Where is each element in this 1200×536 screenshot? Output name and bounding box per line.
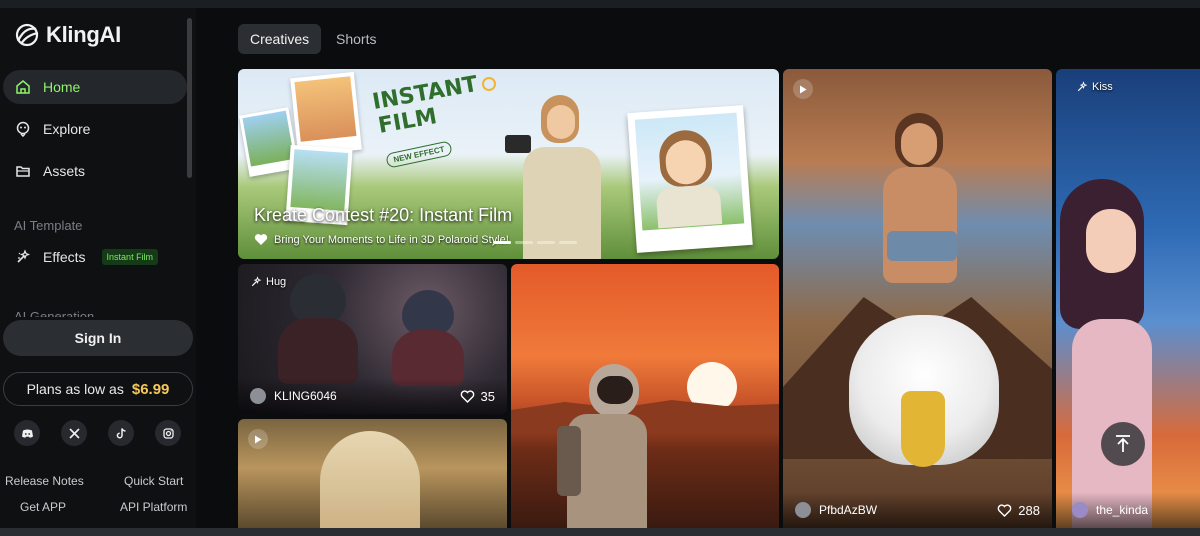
- cat-figure: [278, 274, 358, 384]
- cat-figure: [388, 290, 468, 386]
- anime-girl-figure: [1056, 179, 1166, 528]
- avatar[interactable]: [1072, 502, 1088, 518]
- carousel-dot[interactable]: [559, 241, 577, 244]
- instagram-link[interactable]: [155, 420, 181, 446]
- art-badge: NEW EFFECT: [385, 140, 453, 169]
- sidebar-item-home[interactable]: Home: [3, 70, 187, 104]
- carousel-dot[interactable]: [515, 241, 533, 244]
- quick-start-link[interactable]: Quick Start: [124, 474, 183, 488]
- sign-in-button[interactable]: Sign In: [3, 320, 193, 356]
- plans-price: $6.99: [131, 380, 170, 398]
- sidebar-scrollbar[interactable]: [187, 18, 192, 178]
- effect-chip-label: Kiss: [1092, 81, 1113, 93]
- astronaut-figure: [557, 364, 647, 528]
- sidebar-item-assets[interactable]: Assets: [3, 154, 187, 188]
- hero-banner[interactable]: INSTANT FILM NEW EFFECT Kreate Contest #…: [238, 69, 779, 259]
- carousel-dot[interactable]: [493, 241, 511, 244]
- tab-shorts[interactable]: Shorts: [324, 24, 388, 54]
- card-username[interactable]: the_kinda: [1096, 503, 1148, 517]
- video-card[interactable]: Hug KLING6046 35: [238, 264, 507, 414]
- effects-icon: [251, 276, 262, 287]
- effect-chip-label: Hug: [266, 276, 287, 288]
- sidebar-item-label: Home: [43, 79, 81, 95]
- card-username[interactable]: PfbdAzBW: [819, 503, 877, 517]
- heart-icon: [254, 234, 268, 245]
- like-count: 35: [480, 388, 495, 404]
- horizontal-scrollbar[interactable]: [0, 528, 1200, 536]
- home-icon: [16, 80, 30, 94]
- heart-outline-icon: [998, 503, 1012, 517]
- sun-icon: [482, 77, 496, 91]
- tiktok-link[interactable]: [108, 420, 134, 446]
- tiktok-icon: [116, 427, 126, 439]
- tab-creatives[interactable]: Creatives: [238, 24, 322, 54]
- photographer-figure: [503, 95, 613, 259]
- play-icon: [248, 429, 268, 449]
- sidebar-item-label: Effects: [43, 249, 86, 265]
- hero-subtitle: Bring Your Moments to Life in 3D Polaroi…: [254, 233, 509, 246]
- effects-icon: [1077, 81, 1088, 92]
- effects-badge: Instant Film: [101, 249, 159, 265]
- plans-button[interactable]: Plans as low as $6.99: [3, 372, 193, 406]
- folder-icon: [16, 166, 30, 177]
- hero-title: Kreate Contest #20: Instant Film: [254, 205, 513, 225]
- sidebar-item-label: Assets: [43, 163, 86, 179]
- video-card[interactable]: [511, 264, 779, 528]
- x-icon: [68, 427, 80, 439]
- avatar[interactable]: [250, 388, 266, 404]
- video-card[interactable]: [238, 419, 507, 528]
- get-app-link[interactable]: Get APP: [20, 500, 66, 514]
- x-link[interactable]: [61, 420, 87, 446]
- polaroid-photo: [627, 105, 753, 253]
- like-button[interactable]: 288: [997, 503, 1040, 518]
- effects-icon: [17, 249, 31, 263]
- card-username[interactable]: KLING6046: [274, 389, 337, 403]
- plans-text: Plans as low as: [26, 381, 124, 397]
- sidebar-item-explore[interactable]: Explore: [3, 112, 187, 146]
- sidebar-item-effects[interactable]: Effects Instant Film: [3, 240, 187, 274]
- video-card[interactable]: PfbdAzBW 288: [783, 69, 1052, 528]
- effect-chip: Hug: [250, 276, 286, 288]
- effect-chip: Kiss: [1076, 81, 1113, 93]
- sidebar-item-label: Explore: [43, 121, 91, 137]
- kling-logo-icon: [15, 23, 39, 47]
- app-name: KlingAI: [46, 22, 121, 47]
- sidebar: KlingAI Home Explore Assets AI Template …: [0, 8, 196, 528]
- avatar[interactable]: [795, 502, 811, 518]
- discord-icon: [21, 429, 33, 438]
- explore-icon: [16, 121, 30, 137]
- polaroid-photo: [290, 71, 362, 157]
- instagram-icon: [162, 427, 174, 439]
- hero-subtitle-text: Bring Your Moments to Life in 3D Polaroi…: [274, 233, 509, 246]
- discord-link[interactable]: [14, 420, 40, 446]
- eagle-beak: [901, 391, 945, 467]
- top-bar: [0, 0, 1200, 8]
- card-footer: the_kinda: [1056, 492, 1200, 528]
- carousel-indicator[interactable]: [493, 241, 577, 244]
- section-label-ai-template: AI Template: [14, 218, 83, 233]
- like-count: 288: [1018, 502, 1040, 518]
- section-label-ai-generation: AI Generation: [14, 309, 95, 317]
- card-footer: PfbdAzBW 288: [783, 492, 1052, 528]
- scroll-to-top-button[interactable]: [1101, 422, 1145, 466]
- arrow-up-to-top-icon: [1116, 435, 1130, 452]
- play-icon: [793, 79, 813, 99]
- heart-outline-icon: [460, 389, 474, 403]
- logo[interactable]: KlingAI: [14, 22, 121, 48]
- like-button[interactable]: 35: [460, 389, 495, 404]
- release-notes-link[interactable]: Release Notes: [5, 474, 84, 488]
- card-footer: KLING6046 35: [238, 378, 507, 414]
- woman-figure: [869, 113, 969, 283]
- ornate-figure: [320, 431, 420, 528]
- api-platform-link[interactable]: API Platform: [120, 500, 187, 514]
- carousel-dot[interactable]: [537, 241, 555, 244]
